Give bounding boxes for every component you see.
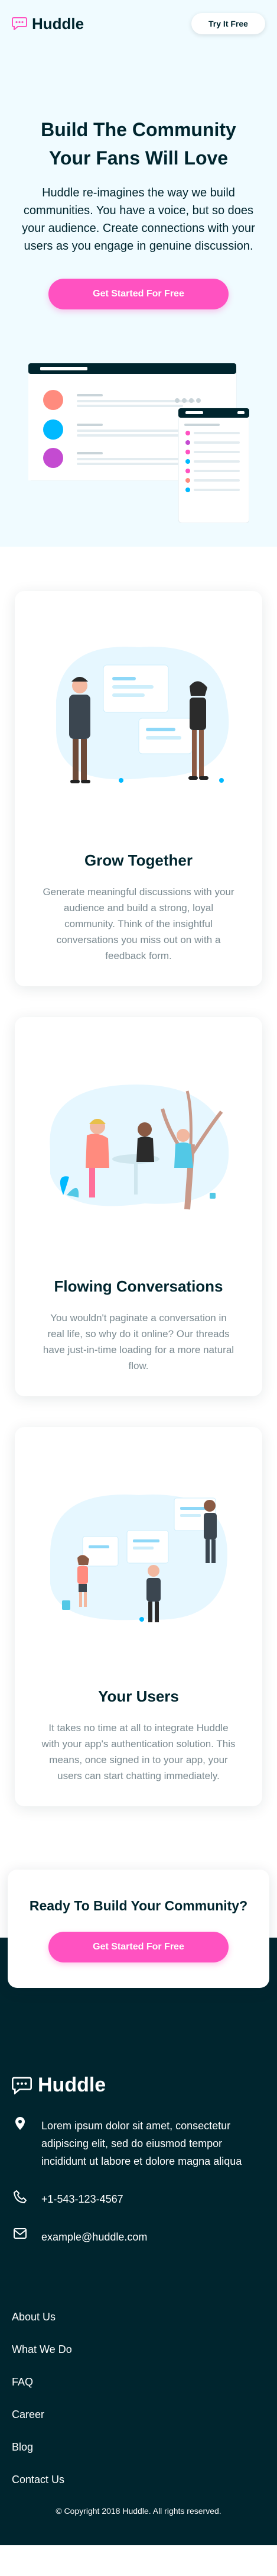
footer-link-faq[interactable]: FAQ [12, 2376, 265, 2388]
feature-title: Grow Together [84, 851, 193, 869]
footer-address: Lorem ipsum dolor sit amet, consectetur … [12, 2117, 265, 2170]
footer-link-contact-us[interactable]: Contact Us [12, 2474, 265, 2486]
copyright-text: © Copyright 2018 Huddle. All rights rese… [56, 2506, 221, 2516]
footer-phone: +1-543-123-4567 [12, 2190, 265, 2208]
phone-text[interactable]: +1-543-123-4567 [41, 2190, 123, 2208]
chat-bubble-logo-icon [12, 17, 27, 30]
email-icon [14, 2228, 27, 2239]
footer-link-what-we-do[interactable]: What We Do [12, 2343, 265, 2356]
app-mockup-illustration [28, 363, 249, 523]
try-it-free-button[interactable]: Try It Free [191, 13, 265, 34]
features-section: Grow Together Generate meaningful discus… [0, 547, 277, 1806]
cta-title: Ready To Build Your Community? [29, 1898, 248, 1913]
footer-link-about-us[interactable]: About Us [12, 2311, 265, 2323]
cta-card: Ready To Build Your Community? Get Start… [8, 1870, 269, 1988]
flowing-conversations-illustration [49, 1084, 229, 1210]
feature-title: Flowing Conversations [54, 1277, 223, 1295]
chat-bubble-logo-icon [12, 2077, 32, 2094]
footer-brand-name: Huddle [38, 2074, 106, 2096]
get-started-button[interactable]: Get Started For Free [48, 279, 229, 309]
footer-brand-logo[interactable]: Huddle [12, 2074, 265, 2097]
feature-description: Generate meaningful discussions with you… [43, 886, 234, 961]
feature-card-flowing-conversations: Flowing Conversations You wouldn't pagin… [15, 1017, 262, 1396]
feature-description: You wouldn't paginate a conversation in … [43, 1312, 234, 1371]
site-header: Huddle Try It Free [12, 0, 265, 47]
address-text: Lorem ipsum dolor sit amet, consectetur … [41, 2120, 242, 2167]
footer-link-career[interactable]: Career [12, 2409, 265, 2421]
footer-link-blog[interactable]: Blog [12, 2441, 265, 2454]
hero-title: Build The Community Your Fans Will Love [41, 119, 236, 169]
hero-section: Huddle Try It Free Build The Community Y… [0, 0, 277, 547]
footer-nav: About Us What We Do FAQ Career Blog Cont… [12, 2311, 265, 2486]
feature-card-grow-together: Grow Together Generate meaningful discus… [15, 591, 262, 986]
grow-together-illustration [56, 647, 229, 783]
site-footer: Huddle Lorem ipsum dolor sit amet, conse… [0, 2074, 277, 2545]
brand-name: Huddle [32, 14, 84, 33]
location-pin-icon [15, 2117, 25, 2130]
feature-card-your-users: Your Users It takes no time at all to in… [15, 1427, 262, 1806]
brand-logo[interactable]: Huddle [12, 15, 84, 33]
phone-icon [14, 2190, 27, 2203]
hero-description: Huddle re-imagines the way we build comm… [22, 186, 255, 253]
cta-section: Ready To Build Your Community? Get Start… [0, 1837, 277, 2074]
email-text[interactable]: example@huddle.com [41, 2228, 147, 2246]
cta-get-started-button[interactable]: Get Started For Free [48, 1932, 229, 1962]
your-users-illustration [50, 1494, 227, 1622]
feature-title: Your Users [98, 1687, 179, 1705]
feature-description: It takes no time at all to integrate Hud… [41, 1722, 236, 1781]
footer-email: example@huddle.com [12, 2228, 265, 2246]
